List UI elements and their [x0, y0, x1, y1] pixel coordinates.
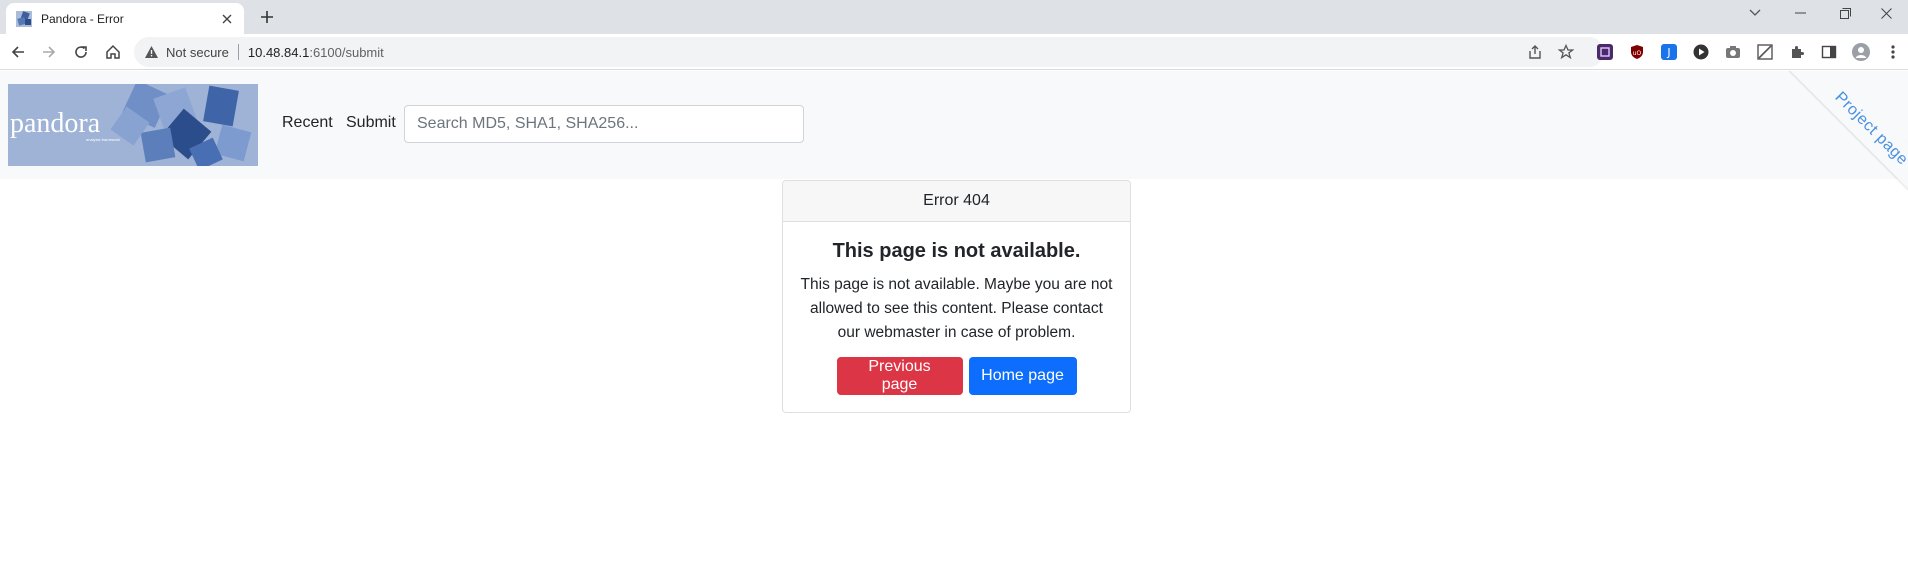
- not-secure-label[interactable]: Not secure: [166, 45, 229, 60]
- svg-text:pandora: pandora: [10, 108, 101, 139]
- profile-avatar-icon[interactable]: [1852, 43, 1870, 61]
- svg-text:J: J: [1666, 46, 1670, 59]
- previous-page-button[interactable]: Previous page: [836, 357, 963, 395]
- omnibox-divider: [237, 44, 239, 60]
- kebab-menu-icon[interactable]: [1884, 43, 1902, 61]
- bookmark-star-icon[interactable]: [1558, 44, 1574, 60]
- browser-tab-strip: Pandora - Error: [0, 0, 1908, 34]
- play-circle-icon[interactable]: [1692, 43, 1710, 61]
- minimize-icon[interactable]: [1778, 0, 1822, 26]
- new-tab-plus-icon[interactable]: [255, 5, 279, 29]
- home-icon[interactable]: [99, 38, 127, 66]
- error-message: This page is not available. Maybe you ar…: [800, 276, 1113, 341]
- nav-link-recent[interactable]: Recent: [282, 114, 333, 132]
- camera-icon[interactable]: [1724, 43, 1742, 61]
- reload-icon[interactable]: [67, 38, 95, 66]
- error-actions: Previous page Home page: [783, 357, 1130, 395]
- browser-tab[interactable]: Pandora - Error: [6, 3, 244, 34]
- svg-text:uO: uO: [1633, 50, 1642, 57]
- pandora-favicon-icon: [16, 10, 32, 27]
- browser-toolbar: Not secure 10.48.84.1 :6100/submit: [0, 34, 1908, 70]
- forward-arrow-icon[interactable]: [35, 38, 63, 66]
- pandora-logo[interactable]: pandora analysis framework: [8, 84, 258, 166]
- tab-title: Pandora - Error: [41, 11, 124, 26]
- extension-purple-icon[interactable]: [1596, 43, 1614, 61]
- error-title: This page is not available.: [832, 240, 1081, 262]
- error-card: Error 404 This page is not available. Th…: [782, 180, 1131, 413]
- side-panel-icon[interactable]: [1820, 43, 1838, 61]
- address-bar[interactable]: Not secure 10.48.84.1 :6100/submit: [134, 37, 1604, 67]
- site-navbar: pandora analysis framework Recent Submit: [0, 71, 1908, 179]
- ublock-origin-icon[interactable]: uO: [1628, 43, 1646, 61]
- error-code-header: Error 404: [783, 181, 1130, 222]
- puzzle-extensions-icon[interactable]: [1788, 43, 1806, 61]
- nav-link-submit[interactable]: Submit: [346, 114, 396, 132]
- share-icon[interactable]: [1527, 44, 1543, 60]
- back-arrow-icon[interactable]: [4, 38, 32, 66]
- tab-close-icon[interactable]: [218, 10, 236, 28]
- url-host: 10.48.84.1: [247, 44, 310, 60]
- extension-blue-j-icon[interactable]: J: [1660, 43, 1678, 61]
- home-page-button[interactable]: Home page: [968, 357, 1077, 395]
- warning-triangle-icon[interactable]: [144, 44, 160, 60]
- tab-search-chevron-icon[interactable]: [1733, 0, 1777, 26]
- restore-icon[interactable]: [1823, 0, 1867, 26]
- url-path: :6100/submit: [309, 44, 384, 60]
- close-window-icon[interactable]: [1864, 0, 1908, 26]
- extension-slash-icon[interactable]: [1756, 43, 1774, 61]
- svg-text:analysis framework: analysis framework: [86, 137, 120, 142]
- hash-search-input[interactable]: [404, 105, 804, 143]
